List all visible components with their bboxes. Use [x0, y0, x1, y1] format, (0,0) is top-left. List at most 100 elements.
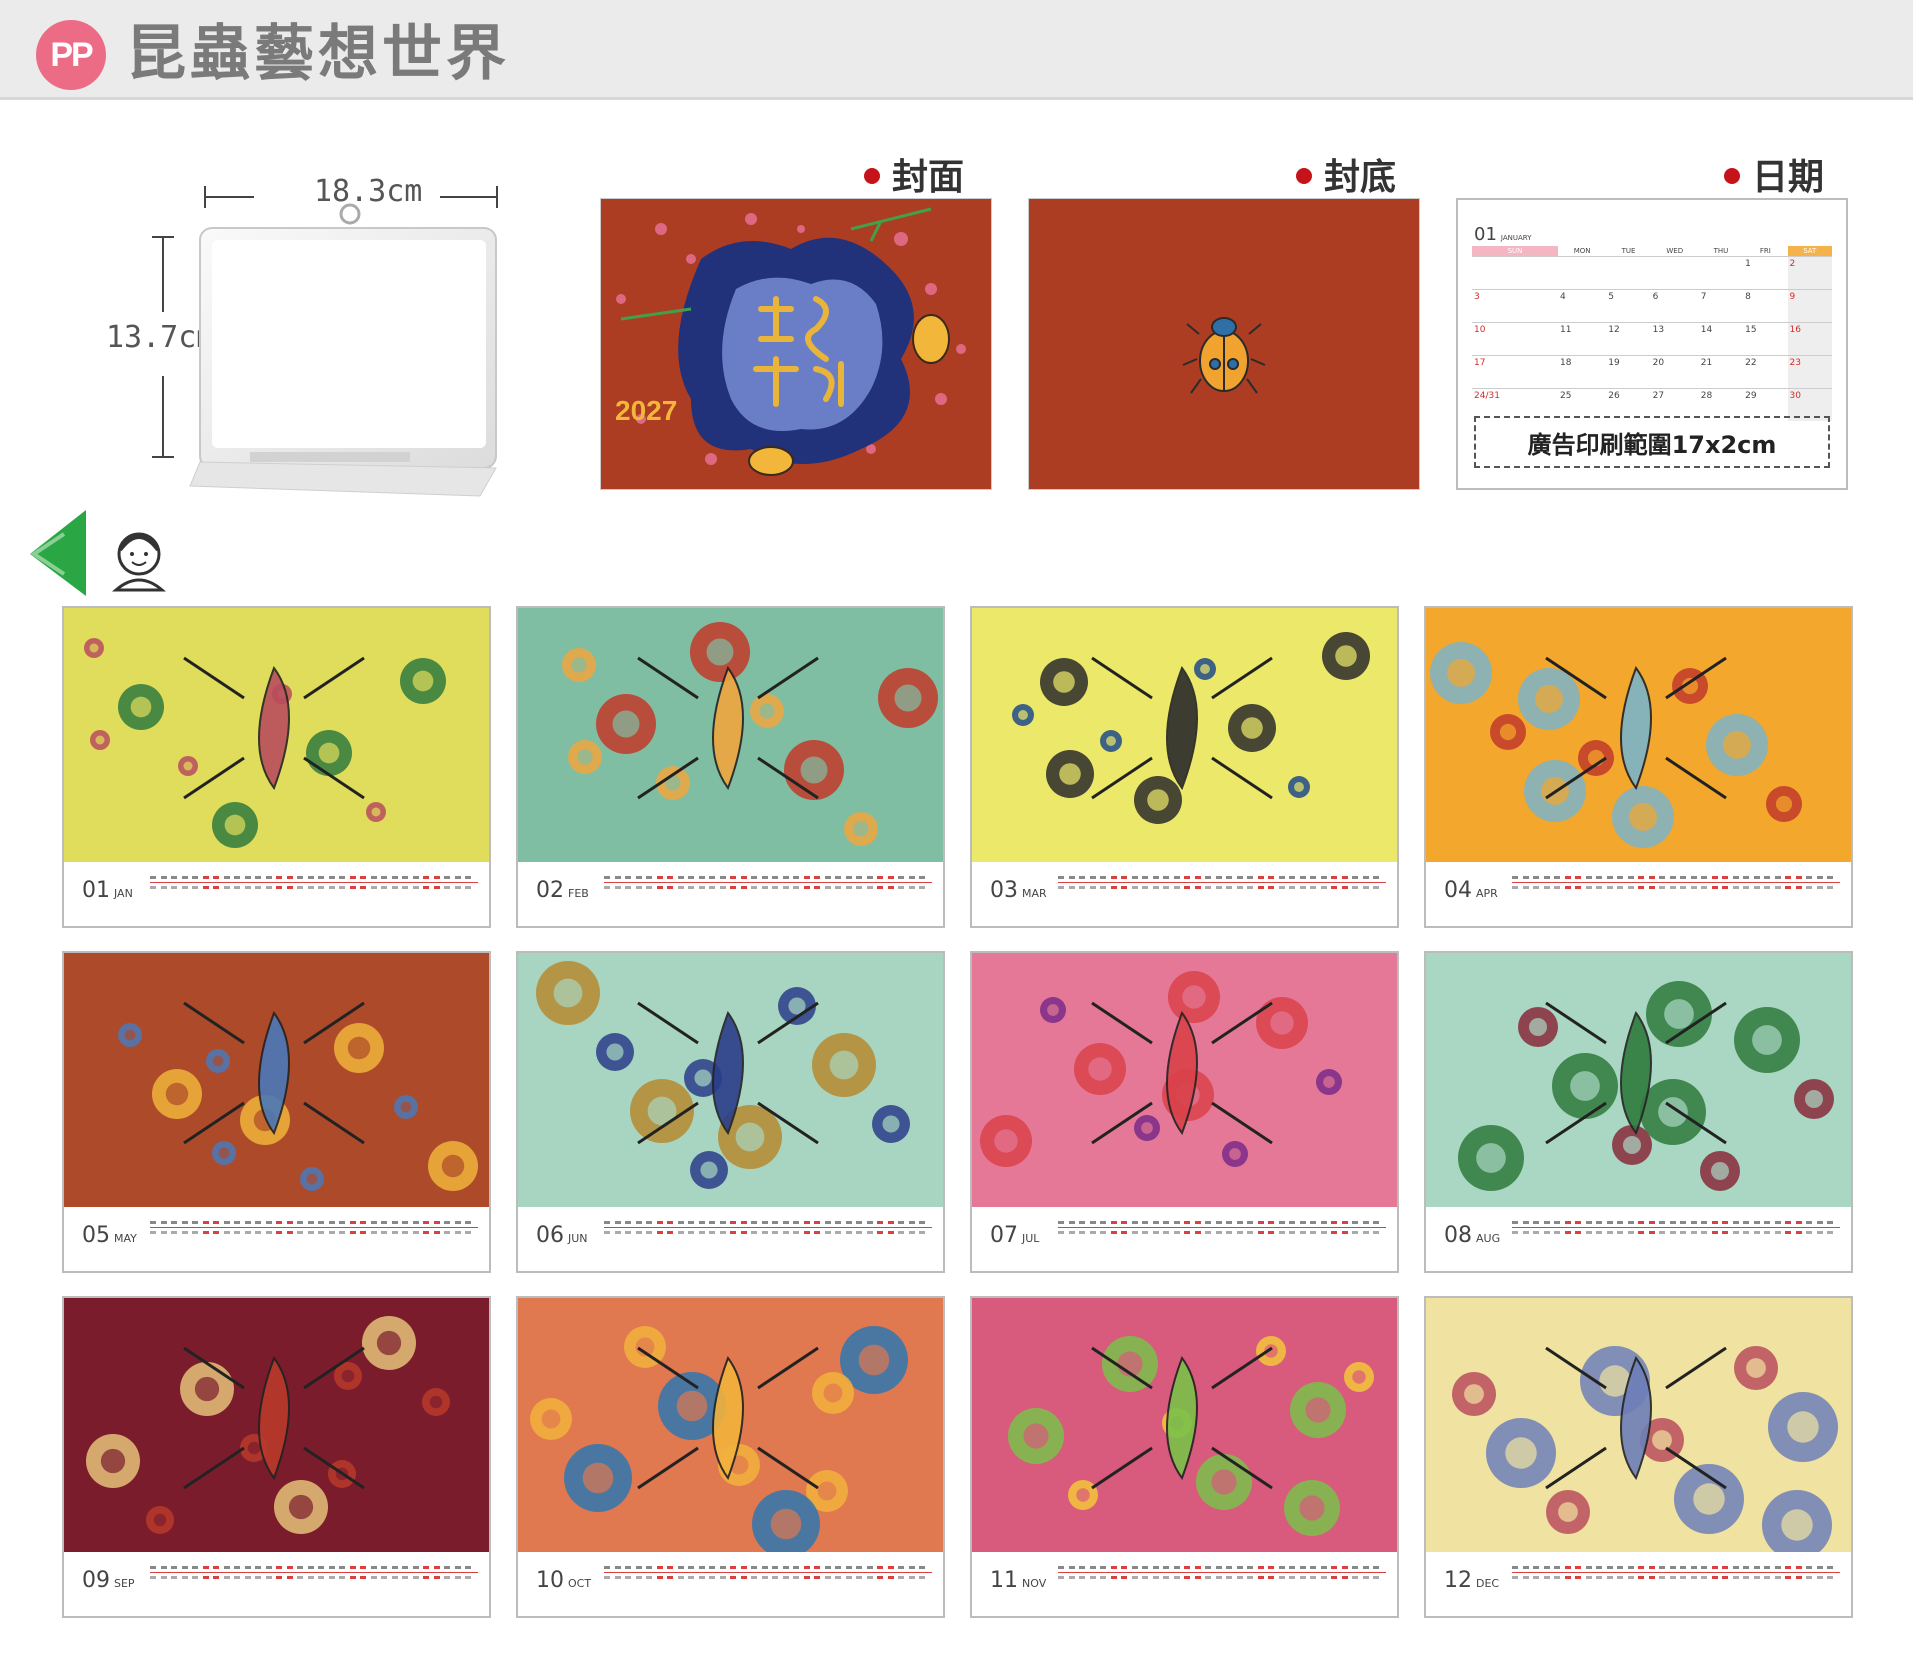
day-tick	[1173, 876, 1180, 879]
day-tick	[444, 1576, 450, 1579]
day-tick	[667, 1566, 673, 1569]
day-tick	[454, 1231, 461, 1234]
day-tick	[677, 886, 684, 889]
day-tick	[656, 886, 663, 889]
day-tick	[625, 1221, 631, 1224]
day-row-divider	[150, 882, 478, 883]
day-tick	[234, 1576, 240, 1579]
day-tick	[1648, 1566, 1655, 1569]
weekday-header: FRI	[1759, 247, 1771, 255]
day-tick	[1373, 1576, 1379, 1579]
day-tick	[824, 886, 831, 889]
day-tick	[1554, 886, 1560, 889]
day-tick	[1732, 1576, 1739, 1579]
month-date-strip: 05 MAY	[64, 1207, 489, 1271]
day-tick	[677, 1231, 684, 1234]
day-tick	[782, 1576, 789, 1579]
day-tick	[1585, 1566, 1592, 1569]
day-tick	[898, 1221, 904, 1224]
day-tick	[898, 1566, 904, 1569]
day-tick	[402, 886, 408, 889]
month-number: 07	[990, 1223, 1018, 1248]
day-tick	[1142, 886, 1148, 889]
day-tick	[751, 886, 757, 889]
day-tick	[635, 876, 642, 879]
day-tick	[1121, 886, 1127, 889]
day-tick	[898, 1576, 904, 1579]
month-card: 10 OCT	[516, 1296, 945, 1618]
day-tick	[1194, 1566, 1201, 1569]
day-tick	[772, 1576, 778, 1579]
day-tick	[1617, 1221, 1623, 1224]
day-tick	[391, 1221, 398, 1224]
day-tick	[1236, 1566, 1243, 1569]
calendar-day: 4	[1558, 289, 1607, 323]
day-tick	[1226, 1231, 1232, 1234]
month-date-strip: 04 APR	[1426, 862, 1851, 926]
day-tick	[1226, 1576, 1232, 1579]
day-tick	[412, 1221, 419, 1224]
day-tick	[866, 876, 873, 879]
day-tick	[444, 886, 450, 889]
day-tick	[1152, 876, 1159, 879]
day-tick	[391, 1576, 398, 1579]
day-tick	[1362, 1231, 1369, 1234]
day-tick	[1669, 1221, 1676, 1224]
day-tick	[181, 1231, 188, 1234]
day-tick	[1732, 1221, 1739, 1224]
weekday-header: SUN	[1472, 246, 1559, 257]
day-tick	[433, 1566, 440, 1569]
day-tick	[1373, 876, 1379, 879]
day-tick	[803, 886, 810, 889]
day-tick	[255, 1576, 261, 1579]
day-tick	[370, 1566, 377, 1569]
month-number: 01	[82, 878, 110, 903]
day-tick	[171, 1221, 177, 1224]
day-tick	[1827, 1576, 1833, 1579]
day-tick	[919, 1576, 925, 1579]
day-tick	[761, 1566, 768, 1569]
day-tick	[919, 886, 925, 889]
month-days-row	[1512, 876, 1840, 890]
calendar-day: 3	[1472, 289, 1559, 323]
day-tick	[1806, 1566, 1812, 1569]
day-row-divider	[1512, 1227, 1840, 1228]
day-tick	[1373, 1231, 1379, 1234]
day-tick	[1362, 1566, 1369, 1569]
cover-preview: 2027	[600, 198, 992, 490]
day-tick	[1512, 1221, 1518, 1224]
month-label: 09 SEP	[82, 1568, 135, 1593]
day-tick	[370, 886, 377, 889]
day-tick	[1257, 1231, 1264, 1234]
day-tick	[213, 1231, 219, 1234]
day-tick	[297, 876, 303, 879]
day-tick	[835, 1576, 841, 1579]
day-tick	[1606, 1221, 1613, 1224]
day-tick	[635, 1221, 642, 1224]
day-tick	[845, 886, 852, 889]
day-tick	[845, 1566, 852, 1569]
day-tick	[223, 1221, 230, 1224]
day-tick	[877, 886, 883, 889]
day-tick	[1310, 876, 1316, 879]
day-tick	[793, 1221, 799, 1224]
month-date-strip: 11 NOV	[972, 1552, 1397, 1616]
day-tick	[772, 1221, 778, 1224]
day-tick	[1722, 876, 1728, 879]
day-tick	[1058, 1576, 1064, 1579]
calendar-day: 16	[1787, 322, 1832, 356]
pp-logo: PP	[36, 20, 106, 90]
day-tick	[1310, 886, 1316, 889]
day-tick	[1827, 1221, 1833, 1224]
day-tick	[835, 1221, 841, 1224]
day-tick	[276, 886, 282, 889]
day-tick	[349, 886, 356, 889]
day-tick	[1711, 1231, 1718, 1234]
calendar-day	[1606, 256, 1651, 290]
day-tick	[1764, 1566, 1770, 1569]
day-tick	[286, 876, 293, 879]
day-tick	[635, 1576, 642, 1579]
day-tick	[1173, 1566, 1180, 1569]
day-tick	[1194, 1231, 1201, 1234]
day-tick	[908, 886, 915, 889]
